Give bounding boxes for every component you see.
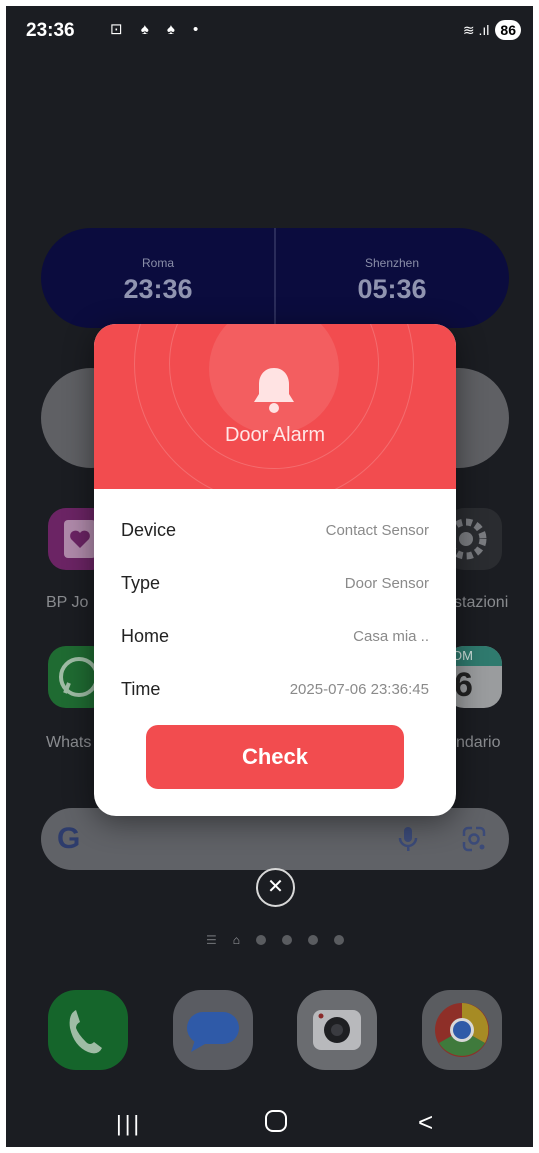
clock-roma: Roma 23:36 xyxy=(41,228,275,328)
page-dot xyxy=(308,935,319,945)
detail-row-time: Time 2025-07-06 23:36:45 xyxy=(94,674,456,704)
bp-app-label: BP Jo xyxy=(46,594,89,611)
mic-icon[interactable] xyxy=(393,824,423,854)
home-button[interactable] xyxy=(265,1110,287,1132)
detail-value: Contact Sensor xyxy=(325,522,429,539)
page-indicator: ☰ ⌂ xyxy=(206,933,345,947)
camera-icon xyxy=(313,1010,361,1050)
signal-icon: ≋ .ıl xyxy=(462,21,490,38)
detail-row-device: Device Contact Sensor xyxy=(94,515,456,545)
whatsapp-app-label: Whats xyxy=(46,734,92,751)
calendar-day: 6 xyxy=(454,666,473,704)
phone-screen: 23:36 ⊡ ♠ ♠ • ≋ .ıl 86 Roma 23:36 Shenzh… xyxy=(6,6,533,1147)
clock-time: 23:36 xyxy=(123,274,193,304)
menu-lines-icon: ☰ xyxy=(206,933,217,947)
battery-indicator: 86 xyxy=(495,20,521,40)
detail-label: Time xyxy=(121,679,161,699)
detail-row-home: Home Casa mia .. xyxy=(94,621,456,651)
dual-clock-widget[interactable]: Roma 23:36 Shenzhen 05:36 xyxy=(41,228,509,328)
phone-icon xyxy=(69,1010,102,1054)
detail-row-type: Type Door Sensor xyxy=(94,568,456,598)
bell-icon xyxy=(254,368,294,413)
dialog-header: Door Alarm xyxy=(94,324,456,489)
close-dialog-button[interactable]: ✕ xyxy=(256,868,295,907)
page-dot xyxy=(334,935,345,945)
notification-icons: ⊡ ♠ ♠ • xyxy=(110,21,206,38)
door-alarm-dialog: Door Alarm Device Contact Sensor Type Do… xyxy=(94,324,456,816)
chat-bubble-icon xyxy=(187,1012,239,1052)
navigation-bar: ||| < xyxy=(6,1097,533,1147)
detail-label: Type xyxy=(121,573,161,593)
clock-city: Roma xyxy=(141,256,174,270)
google-logo-icon: G xyxy=(57,822,81,855)
detail-value: 2025-07-06 23:36:45 xyxy=(289,681,429,698)
close-icon: ✕ xyxy=(267,876,284,898)
detail-value: Door Sensor xyxy=(344,575,429,592)
page-dot xyxy=(256,935,267,945)
page-dot xyxy=(282,935,293,945)
clock-city: Shenzhen xyxy=(364,256,420,270)
camera-app-icon[interactable] xyxy=(297,990,377,1070)
chrome-app-icon[interactable] xyxy=(422,990,502,1070)
status-bar: 23:36 ⊡ ♠ ♠ • ≋ .ıl 86 xyxy=(6,6,533,56)
status-time: 23:36 xyxy=(26,20,75,41)
dialog-title: Door Alarm xyxy=(224,424,326,446)
detail-value: Casa mia .. xyxy=(353,628,429,645)
check-button[interactable]: Check xyxy=(146,725,404,789)
status-right: ≋ .ıl 86 xyxy=(463,20,521,40)
clock-shenzhen: Shenzhen 05:36 xyxy=(275,228,509,328)
phone-app-icon[interactable] xyxy=(48,990,128,1070)
recent-apps-button[interactable]: ||| xyxy=(116,1111,142,1137)
google-search-bar[interactable]: G xyxy=(41,808,509,870)
calendar-app-label: ndario xyxy=(456,734,501,751)
home-page-icon: ⌂ xyxy=(232,933,241,947)
messages-app-icon[interactable] xyxy=(173,990,253,1070)
settings-app-label: stazioni xyxy=(454,594,509,611)
detail-label: Home xyxy=(121,626,170,646)
back-button[interactable]: < xyxy=(418,1107,433,1138)
detail-label: Device xyxy=(121,520,177,540)
clock-time: 05:36 xyxy=(357,274,427,304)
chrome-icon xyxy=(435,1003,489,1057)
google-lens-icon[interactable] xyxy=(459,824,489,854)
